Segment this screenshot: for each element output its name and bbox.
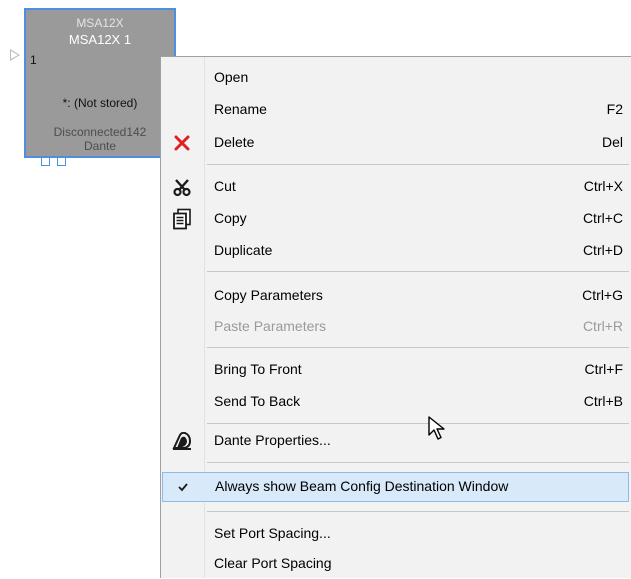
menu-item-label: Rename [214, 101, 267, 117]
menu-item-label: Dante Properties... [214, 432, 331, 448]
input-port-arrow-icon[interactable] [10, 49, 20, 61]
output-port-icon[interactable] [41, 157, 50, 166]
menu-separator [207, 347, 629, 348]
menu-item-label: Duplicate [214, 242, 273, 258]
device-port-number: 1 [30, 53, 37, 67]
delete-x-icon [171, 132, 193, 154]
menu-item-label: Copy Parameters [214, 287, 323, 303]
device-network-label: Dante [83, 139, 117, 153]
menu-item-label: Delete [214, 134, 255, 150]
menu-item-shortcut: Ctrl+G [582, 287, 623, 303]
copy-icon [171, 208, 193, 230]
menu-item-label: Open [214, 69, 249, 85]
menu-item-label: Clear Port Spacing [214, 555, 332, 571]
menu-item-send-to-back[interactable]: Send To Back Ctrl+B [161, 387, 631, 417]
menu-item-shortcut: Ctrl+R [582, 318, 623, 334]
menu-item-delete[interactable]: Delete Del [161, 128, 631, 158]
menu-separator [207, 423, 629, 424]
menu-item-dante-properties[interactable]: Dante Properties... [161, 426, 631, 456]
menu-item-always-show-beam-config[interactable]: Always show Beam Config Destination Wind… [162, 472, 629, 502]
device-connection-label: Disconnected142 [53, 125, 147, 139]
menu-item-shortcut: Del [601, 134, 623, 150]
menu-item-cut[interactable]: Cut Ctrl+X [161, 172, 631, 202]
context-menu: Open Rename F2 Delete Del Cut Ctrl+X Cop… [160, 56, 631, 578]
menu-item-label: Paste Parameters [214, 318, 327, 334]
menu-item-label: Cut [214, 178, 236, 194]
menu-item-open[interactable]: Open [161, 63, 631, 93]
menu-item-label: Bring To Front [214, 361, 302, 377]
mouse-pointer-icon [427, 415, 447, 448]
device-name-label: MSA12X 1 [68, 32, 132, 47]
output-port-icon[interactable] [57, 157, 66, 166]
menu-separator [207, 164, 629, 165]
menu-item-label: Copy [214, 210, 247, 226]
menu-separator [207, 511, 629, 512]
menu-item-clear-port-spacing[interactable]: Clear Port Spacing [161, 549, 631, 579]
menu-item-label: Always show Beam Config Destination Wind… [215, 478, 509, 494]
device-model-label: MSA12X [76, 16, 124, 30]
menu-item-shortcut: Ctrl+F [584, 361, 624, 377]
menu-item-duplicate[interactable]: Duplicate Ctrl+D [161, 236, 631, 266]
menu-item-copy-parameters[interactable]: Copy Parameters Ctrl+G [161, 281, 631, 311]
menu-separator [207, 271, 629, 272]
device-block[interactable]: MSA12X MSA12X 1 1 *: (Not stored) Discon… [24, 8, 176, 158]
menu-item-bring-to-front[interactable]: Bring To Front Ctrl+F [161, 355, 631, 385]
menu-item-set-port-spacing[interactable]: Set Port Spacing... [161, 519, 631, 549]
menu-item-shortcut: Ctrl+X [583, 178, 623, 194]
menu-item-shortcut: Ctrl+B [583, 393, 623, 409]
menu-separator [207, 462, 629, 463]
menu-item-shortcut: Ctrl+D [582, 242, 623, 258]
menu-item-label: Set Port Spacing... [214, 525, 331, 541]
menu-item-copy[interactable]: Copy Ctrl+C [161, 204, 631, 234]
menu-item-rename[interactable]: Rename F2 [161, 95, 631, 125]
menu-item-paste-parameters: Paste Parameters Ctrl+R [161, 312, 631, 342]
menu-item-shortcut: Ctrl+C [582, 210, 623, 226]
dante-logo-icon [171, 430, 193, 452]
menu-item-shortcut: F2 [606, 101, 623, 117]
menu-item-label: Send To Back [214, 393, 301, 409]
device-status-label: *: (Not stored) [62, 96, 138, 110]
checkmark-icon [172, 476, 194, 498]
scissors-icon [171, 176, 193, 198]
